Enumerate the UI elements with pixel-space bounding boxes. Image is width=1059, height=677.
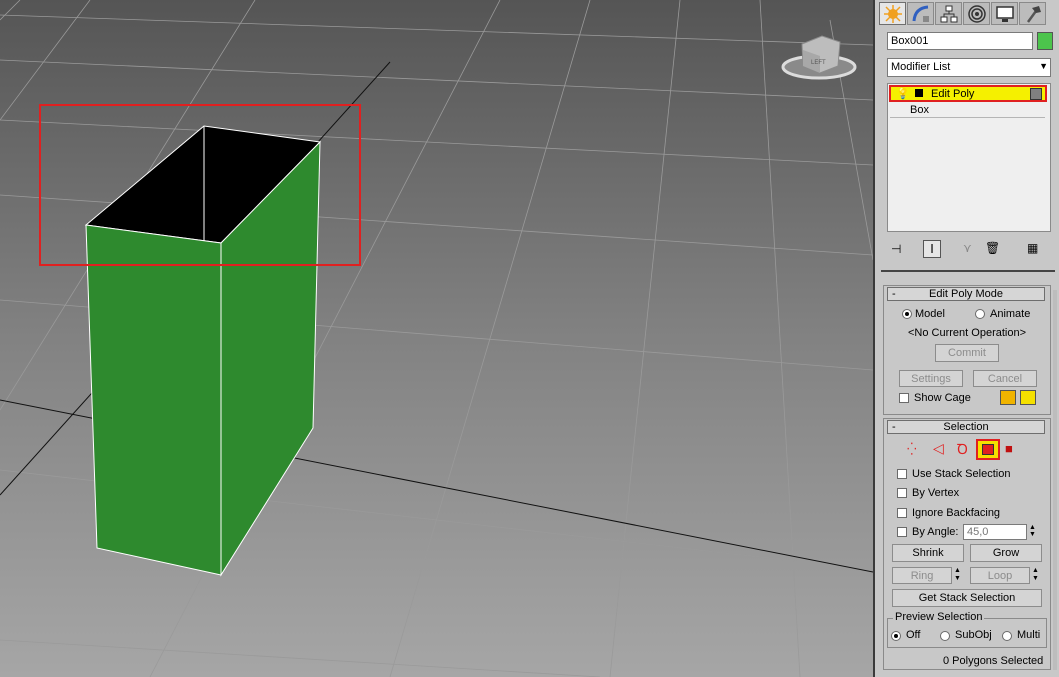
panel-divider — [881, 270, 1055, 272]
tab-modify[interactable] — [907, 2, 934, 25]
rollout-title: Selection — [943, 421, 989, 433]
rollout-title: Edit Poly Mode — [929, 288, 1003, 300]
stack-item-toggle-icon[interactable] — [1030, 88, 1042, 100]
lightbulb-icon[interactable]: 💡 — [896, 87, 910, 100]
modifier-list-dropdown[interactable]: Modifier List ▼ — [887, 58, 1051, 77]
subobject-level-bar: ⁛ ◁ Ꝺ ■ — [905, 439, 1025, 460]
preview-multi-label: Multi — [1017, 629, 1041, 641]
stack-toolbar: ⊣ Ⅰ ⋎ 🗑 ▦ — [887, 240, 1051, 258]
loop-button[interactable]: Loop — [970, 567, 1030, 584]
show-end-result-icon[interactable]: Ⅰ — [923, 240, 941, 258]
show-cage-checkbox[interactable] — [899, 393, 909, 403]
commit-button[interactable]: Commit — [935, 344, 999, 362]
settings-button[interactable]: Settings — [899, 370, 963, 387]
tab-utilities[interactable] — [1019, 2, 1046, 25]
tab-create[interactable] — [879, 2, 906, 25]
stack-item-box[interactable]: Box — [910, 104, 929, 116]
collapse-icon: - — [892, 421, 896, 433]
preview-selection-label: Preview Selection — [893, 611, 985, 623]
create-icon — [883, 4, 902, 23]
hierarchy-icon — [940, 5, 957, 22]
stack-item-label: Edit Poly — [931, 88, 975, 100]
by-angle-spinner-icon[interactable]: ▲ ▼ — [1029, 524, 1036, 538]
hammer-icon — [1026, 5, 1041, 23]
polygon-icon[interactable] — [976, 439, 1000, 460]
display-icon — [995, 5, 1014, 22]
use-stack-selection-checkbox[interactable] — [897, 469, 907, 479]
operation-status: <No Current Operation> — [908, 327, 1027, 339]
viewcube-left-label: LEFT — [811, 60, 826, 66]
motion-icon — [967, 4, 986, 23]
by-vertex-label: By Vertex — [912, 487, 960, 499]
expand-plus-icon[interactable] — [915, 89, 923, 97]
show-cage-label: Show Cage — [914, 392, 971, 404]
border-icon[interactable]: Ꝺ — [957, 440, 968, 459]
collapse-icon: - — [892, 288, 896, 300]
ring-button[interactable]: Ring — [892, 567, 952, 584]
use-stack-selection-label: Use Stack Selection — [912, 468, 1011, 480]
preview-multi-radio[interactable] — [1002, 631, 1012, 641]
remove-modifier-icon[interactable]: 🗑 — [985, 241, 1000, 255]
chevron-down-icon: ▼ — [1039, 61, 1048, 71]
by-angle-label: By Angle: — [912, 526, 959, 538]
vertex-icon[interactable]: ⁛ — [907, 442, 917, 456]
make-unique-icon[interactable]: ⋎ — [963, 241, 972, 255]
object-name-field[interactable]: Box001 — [887, 32, 1033, 50]
animate-radio[interactable] — [975, 309, 985, 319]
selection-status: 0 Polygons Selected — [943, 655, 1044, 667]
selection-header[interactable]: - Selection — [887, 420, 1045, 434]
cage-selected-color-swatch[interactable] — [1020, 390, 1036, 405]
by-angle-input[interactable]: 45,0 — [963, 524, 1027, 540]
preview-subobj-radio[interactable] — [940, 631, 950, 641]
stack-divider — [890, 117, 1045, 118]
model-radio[interactable] — [902, 309, 912, 319]
tab-hierarchy[interactable] — [935, 2, 962, 25]
animate-label: Animate — [990, 308, 1031, 320]
viewport-canvas[interactable]: LEFT — [0, 0, 873, 677]
modifier-stack: 💡 Edit Poly Box — [887, 83, 1051, 232]
perspective-viewport[interactable]: LEFT — [0, 0, 873, 677]
shrink-button[interactable]: Shrink — [892, 544, 964, 562]
command-panel-tabs — [879, 2, 1046, 26]
configure-modifier-sets-icon[interactable]: ▦ — [1027, 241, 1038, 255]
stack-item-edit-poly[interactable]: 💡 Edit Poly — [889, 85, 1047, 102]
ring-spinner-icon[interactable]: ▲ ▼ — [954, 567, 961, 583]
element-icon[interactable]: ■ — [1005, 441, 1013, 456]
edit-poly-mode-header[interactable]: - Edit Poly Mode — [887, 287, 1045, 301]
preview-subobj-label: SubObj — [955, 629, 992, 641]
get-stack-selection-button[interactable]: Get Stack Selection — [892, 589, 1042, 607]
preview-off-label: Off — [906, 629, 921, 641]
panel-scrollbar[interactable] — [1053, 290, 1057, 670]
model-label: Model — [915, 308, 945, 320]
cancel-button[interactable]: Cancel — [973, 370, 1037, 387]
object-color-swatch[interactable] — [1037, 32, 1053, 50]
pin-stack-icon[interactable]: ⊣ — [891, 242, 901, 256]
cage-color-swatch[interactable] — [1000, 390, 1016, 405]
tab-motion[interactable] — [963, 2, 990, 25]
preview-off-radio[interactable] — [891, 631, 901, 641]
modify-icon — [912, 5, 929, 22]
ignore-backfacing-label: Ignore Backfacing — [912, 507, 1001, 519]
loop-spinner-icon[interactable]: ▲ ▼ — [1032, 567, 1039, 583]
modifier-list-label: Modifier List — [891, 61, 951, 73]
by-vertex-checkbox[interactable] — [897, 488, 907, 498]
ignore-backfacing-checkbox[interactable] — [897, 508, 907, 518]
grow-button[interactable]: Grow — [970, 544, 1042, 562]
by-angle-checkbox[interactable] — [897, 527, 907, 537]
tab-display[interactable] — [991, 2, 1018, 25]
command-panel: Box001 Modifier List ▼ 💡 Edit Poly Box ⊣… — [873, 0, 1059, 677]
edge-icon[interactable]: ◁ — [933, 440, 944, 457]
